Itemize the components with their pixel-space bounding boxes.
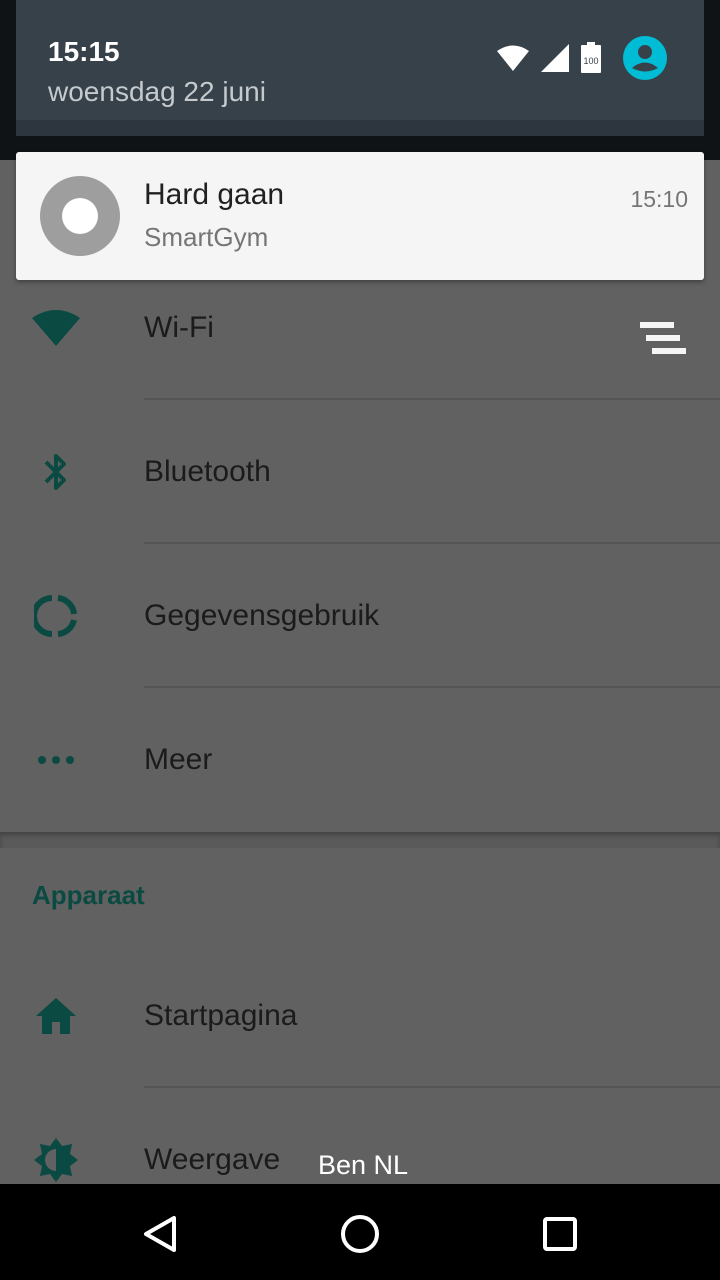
settings-item-label: Bluetooth: [144, 455, 271, 488]
home-circle-icon[interactable]: [332, 1206, 388, 1262]
date: woensdag 22 juni: [48, 76, 266, 107]
status-icons: 100: [496, 35, 668, 82]
clock: 15:15: [48, 36, 120, 67]
settings-item-label: Startpagina: [144, 999, 298, 1032]
notification-shade-header: 15:15 woensdag 22 juni 100: [16, 0, 704, 136]
settings-item-more[interactable]: Meer: [0, 688, 720, 832]
back-icon[interactable]: [132, 1206, 188, 1262]
navigation-bar: [0, 1184, 720, 1280]
cell-signal-icon: [540, 43, 570, 78]
battery-level: 100: [583, 56, 598, 66]
home-icon: [30, 990, 82, 1042]
toast-text: Ben NL: [318, 1150, 409, 1180]
smartgym-app-icon: [40, 176, 120, 256]
more-icon: [30, 734, 82, 786]
section-title: Apparaat: [32, 880, 145, 910]
bluetooth-icon: [30, 446, 82, 498]
wifi-overflow-icon[interactable]: [636, 318, 688, 358]
notification-card[interactable]: Hard gaan SmartGym 15:10: [16, 152, 704, 280]
battery-icon: 100: [580, 41, 602, 79]
wifi-icon: [30, 302, 82, 354]
settings-item-home[interactable]: Startpagina: [0, 944, 720, 1088]
settings-item-label: Weergave: [144, 1143, 281, 1176]
settings-item-label: Meer: [144, 743, 213, 776]
data-usage-icon: [30, 590, 82, 642]
notification-app-name: SmartGym: [144, 222, 269, 252]
settings-item-label: Wi-Fi: [144, 311, 214, 344]
settings-item-bluetooth[interactable]: Bluetooth: [0, 400, 720, 544]
wifi-icon: [496, 44, 530, 77]
settings-item-label: Gegevensgebruik: [144, 599, 380, 632]
notification-time: 15:10: [630, 186, 688, 212]
user-avatar-icon[interactable]: [622, 35, 668, 86]
notification-title: Hard gaan: [144, 178, 285, 211]
section-separator: [0, 832, 720, 848]
brightness-icon: [30, 1134, 82, 1186]
settings-item-data-usage[interactable]: Gegevensgebruik: [0, 544, 720, 688]
recents-icon[interactable]: [532, 1206, 588, 1262]
